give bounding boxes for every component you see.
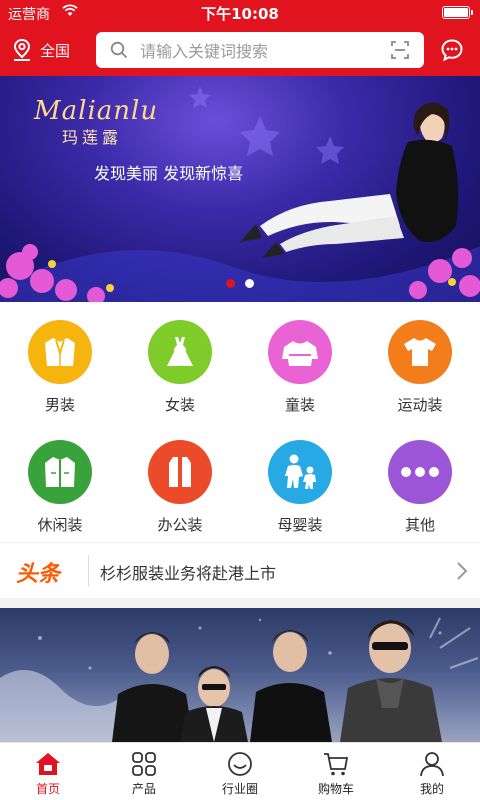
category-label: 女装 xyxy=(164,396,195,414)
category-other[interactable]: 其他 xyxy=(360,422,480,542)
tab-label: 首页 xyxy=(35,782,60,796)
promo-image[interactable] xyxy=(0,608,480,742)
banner-carousel[interactable]: Malianlu 玛莲露 发现美丽 发现新惊喜 xyxy=(0,76,480,302)
model-figure xyxy=(240,102,459,258)
app: 运营商 下午10:08 全国 请输入关键词搜索 Malianlu 玛莲露 发现美… xyxy=(0,0,480,800)
category-label: 运动装 xyxy=(397,396,443,414)
category-casual[interactable]: 休闲装 xyxy=(0,422,120,542)
suit-icon xyxy=(45,338,75,366)
cart-icon xyxy=(324,753,349,776)
circle-icon xyxy=(228,752,252,776)
category-men[interactable]: 男装 xyxy=(0,302,120,422)
category-circle-1 xyxy=(148,320,212,384)
search-placeholder: 请输入关键词搜索 xyxy=(140,42,269,61)
location-icon xyxy=(13,38,31,61)
carousel-dot-1[interactable] xyxy=(226,279,235,288)
battery-icon xyxy=(442,6,473,19)
mother-baby-icon xyxy=(285,454,316,489)
category-circle-7 xyxy=(388,440,452,504)
section-divider xyxy=(0,598,480,608)
tab-mine[interactable]: 我的 xyxy=(384,743,480,800)
category-circle-5 xyxy=(148,440,212,504)
chevron-right-icon xyxy=(457,562,468,580)
banner-brand: Malianlu xyxy=(34,96,159,126)
headline-news[interactable]: 头条 杉杉服装业务将赴港上市 xyxy=(0,542,480,598)
user-icon xyxy=(420,752,444,777)
tab-home[interactable]: 首页 xyxy=(0,743,96,800)
tab-label: 购物车 xyxy=(317,782,354,796)
home-icon xyxy=(36,753,60,775)
category-circle-4 xyxy=(28,440,92,504)
category-circle-2 xyxy=(268,320,332,384)
category-circle-6 xyxy=(268,440,332,504)
bottom-tab-bar: 首页 产品 行业圈 购物车 我的 xyxy=(0,742,480,800)
category-kids[interactable]: 童装 xyxy=(240,302,360,422)
tab-cart[interactable]: 购物车 xyxy=(288,743,384,800)
location-selector[interactable]: 全国 xyxy=(12,36,70,64)
tab-label: 我的 xyxy=(419,782,444,796)
category-label: 休闲装 xyxy=(37,516,83,534)
office-coat-icon xyxy=(169,457,191,487)
headline-tag: 头条 xyxy=(16,562,61,587)
location-label: 全国 xyxy=(40,41,71,60)
message-icon[interactable] xyxy=(440,38,464,66)
banner-brand-cn: 玛莲露 xyxy=(62,128,123,147)
category-women[interactable]: 女装 xyxy=(120,302,240,422)
dress-icon xyxy=(167,337,193,366)
more-dots-icon xyxy=(401,467,439,477)
category-office[interactable]: 办公装 xyxy=(120,422,240,542)
jacket-icon xyxy=(45,457,75,487)
tab-products[interactable]: 产品 xyxy=(96,743,192,800)
tab-label: 行业圈 xyxy=(221,782,258,796)
top-bar: 运营商 下午10:08 全国 请输入关键词搜索 xyxy=(0,0,480,76)
headline-text: 杉杉服装业务将赴港上市 xyxy=(100,564,277,583)
category-grid: 男装 女装 童装 运动装 休闲装 办公装 母婴装 其他 xyxy=(0,302,480,542)
carousel-dot-2[interactable] xyxy=(245,279,254,288)
clock: 下午10:08 xyxy=(201,5,279,23)
category-label: 母婴装 xyxy=(277,516,323,534)
status-bar: 运营商 下午10:08 xyxy=(0,0,480,24)
category-circle-0 xyxy=(28,320,92,384)
category-label: 童装 xyxy=(284,396,315,414)
banner-slogan: 发现美丽 发现新惊喜 xyxy=(94,164,244,183)
grid-icon xyxy=(132,752,156,776)
search-icon xyxy=(110,41,128,59)
category-maternity[interactable]: 母婴装 xyxy=(240,422,360,542)
category-sports[interactable]: 运动装 xyxy=(360,302,480,422)
promo-photo xyxy=(0,617,479,742)
category-label: 其他 xyxy=(404,516,435,534)
category-label: 男装 xyxy=(44,396,75,414)
headline-divider xyxy=(88,555,89,587)
tab-industry[interactable]: 行业圈 xyxy=(192,743,288,800)
carousel-indicator xyxy=(0,279,480,288)
category-label: 办公装 xyxy=(157,516,203,534)
header: 全国 请输入关键词搜索 xyxy=(0,24,480,76)
tab-label: 产品 xyxy=(131,782,156,796)
tshirt-icon xyxy=(404,338,436,366)
scan-icon[interactable] xyxy=(390,40,410,60)
kids-sweater-icon xyxy=(282,341,318,366)
search-input[interactable]: 请输入关键词搜索 xyxy=(96,32,424,68)
category-circle-3 xyxy=(388,320,452,384)
